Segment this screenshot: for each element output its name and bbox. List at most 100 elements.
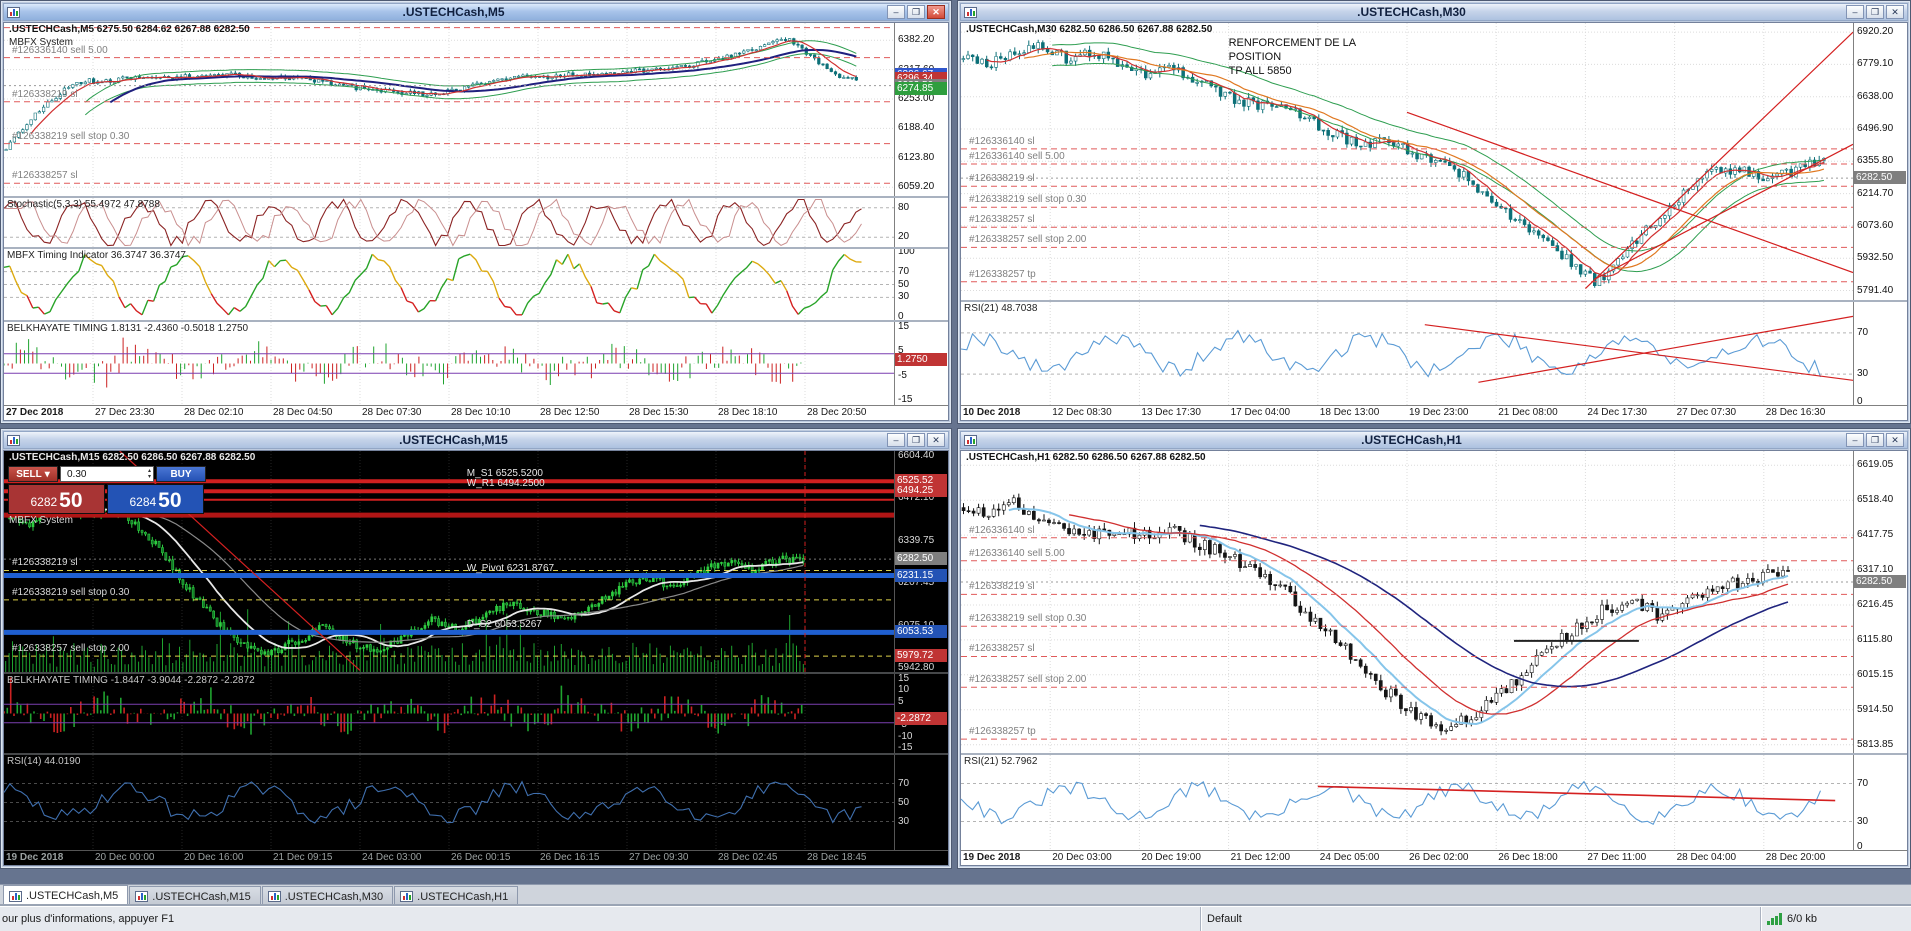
window-title: .USTECHCash,M5 — [402, 5, 505, 19]
volume-down-button[interactable]: ▾ — [148, 474, 151, 480]
price-tick: 30 — [898, 291, 910, 303]
restore-button[interactable]: ❐ — [907, 433, 925, 447]
price-tick: 30 — [1857, 815, 1869, 827]
belkhayate-timing-pane[interactable]: 15105-5-10-15-2.2872BELKHAYATE TIMING -1… — [4, 674, 948, 753]
sell-button[interactable]: SELL ▾ — [8, 466, 58, 482]
main-pane[interactable]: 6920.20 6779.10 6638.00 6496.90 6355.80 6214.… — [961, 23, 1907, 300]
buy-button[interactable]: BUY — [156, 466, 206, 482]
price-tick: 6619.05 — [1857, 459, 1894, 471]
price-tick: 5942.80 — [898, 661, 935, 672]
volume-input[interactable]: 0.30 ▴ ▾ — [60, 466, 154, 482]
window-titlebar[interactable]: .USTECHCash,H1 – ❐ ✕ — [960, 431, 1908, 449]
chart-info-line: .USTECHCash,M15 6282.50 6286.50 6267.88 … — [9, 452, 256, 463]
order-line-label: D_S2 6053.5267 — [466, 619, 542, 631]
price-tick: -15 — [898, 394, 913, 405]
window-titlebar[interactable]: .USTECHCash,M15 – ❐ ✕ — [3, 431, 949, 449]
time-axis-label: 28 Dec 07:30 — [362, 407, 422, 418]
tab-ustechcash-m30[interactable]: .USTECHCash,M30 — [261, 886, 394, 906]
window-titlebar[interactable]: .USTECHCash,M30 – ❐ ✕ — [960, 3, 1908, 21]
time-axis-label: 27 Dec 23:30 — [95, 407, 155, 418]
status-profile[interactable]: Default — [1201, 907, 1761, 931]
price-scale[interactable]: 80 20 — [894, 198, 948, 247]
order-line-label: #126338257 sl — [12, 170, 78, 182]
minimize-button[interactable]: – — [887, 5, 905, 19]
close-button[interactable]: ✕ — [927, 433, 945, 447]
chart-area[interactable]: 6382.206317.606253.006188.406123.806059.… — [3, 22, 949, 421]
price-scale[interactable]: 70 30 0 — [1853, 755, 1907, 850]
chart-tab-icon — [267, 891, 281, 902]
minimize-button[interactable]: – — [887, 433, 905, 447]
time-axis-label: 13 Dec 17:30 — [1141, 407, 1201, 418]
chart-area[interactable]: 6619.05 6518.40 6417.75 6317.10 6216.45 6115.… — [960, 450, 1908, 866]
time-axis-label: 26 Dec 18:00 — [1498, 852, 1558, 863]
price-tick: 5813.85 — [1857, 738, 1894, 750]
main-pane[interactable]: 6382.206317.606253.006188.406123.806059.… — [4, 23, 948, 196]
window-titlebar[interactable]: .USTECHCash,M5 – ❐ ✕ — [3, 3, 949, 21]
chart-window-h1: .USTECHCash,H1 – ❐ ✕ 6619.05 6518.40 6417.… — [957, 428, 1911, 869]
time-axis[interactable]: 10 Dec 2018 12 Dec 08:30 13 Dec 17:30 17 De… — [961, 405, 1907, 420]
rsi-pane[interactable]: 70 30 0 RSI(21) 48.7038 — [961, 302, 1907, 405]
ask-price-button[interactable]: 6284 50 — [107, 484, 204, 514]
price-scale[interactable]: 6619.05 6518.40 6417.75 6317.10 6216.45 6115.… — [1853, 451, 1907, 753]
price-tick: 10 — [898, 684, 910, 696]
rsi-pane[interactable]: 70 50 30 RSI(14) 44.0190 — [4, 755, 948, 850]
close-button[interactable]: ✕ — [1886, 5, 1904, 19]
time-axis[interactable]: 27 Dec 2018 27 Dec 23:30 28 Dec 02:10 28 De… — [4, 405, 948, 420]
price-scale[interactable]: 6604.406472.106339.756207.456075.105942.… — [894, 451, 948, 672]
order-line-label: W_Pivot 6231.8767 — [466, 562, 555, 574]
time-axis-label: 19 Dec 23:00 — [1409, 407, 1469, 418]
time-axis[interactable]: 19 Dec 2018 20 Dec 03:00 20 Dec 19:00 21 De… — [961, 850, 1907, 865]
price-scale[interactable]: 100 70 50 30 0 — [894, 249, 948, 320]
price-scale[interactable]: 6382.206317.606253.006188.406123.806059.… — [894, 23, 948, 196]
price-box: 6494.25 — [895, 484, 947, 498]
time-axis[interactable]: 19 Dec 2018 20 Dec 00:00 20 Dec 16:00 21 De… — [4, 850, 948, 865]
tab-ustechcash-m5[interactable]: .USTECHCash,M5 — [3, 885, 129, 906]
time-axis-label: 20 Dec 00:00 — [95, 852, 155, 863]
price-tick: 6779.10 — [1857, 58, 1894, 70]
main-pane[interactable]: 6619.05 6518.40 6417.75 6317.10 6216.45 6115.… — [961, 451, 1907, 753]
chart-window-icon — [964, 434, 977, 446]
belkhayate-timing-pane[interactable]: 15 5 -5 -15 1.2750 BELKHAYATE TIMING 1.8131 -… — [4, 322, 948, 405]
price-box: 6282.50 — [895, 552, 947, 566]
price-tick: 100 — [898, 249, 915, 258]
time-axis-label: 20 Dec 19:00 — [1141, 852, 1201, 863]
chart-area[interactable]: 6920.20 6779.10 6638.00 6496.90 6355.80 6214.… — [960, 22, 1908, 421]
time-axis-label: 27 Dec 09:30 — [629, 852, 689, 863]
indicator-label: RSI(21) 52.7962 — [964, 756, 1038, 767]
price-tick: 6123.80 — [898, 151, 935, 163]
restore-button[interactable]: ❐ — [1866, 433, 1884, 447]
indicator-label: BELKHAYATE TIMING -1.8447 -3.9044 -2.287… — [7, 675, 255, 686]
time-axis-label: 26 Dec 00:15 — [451, 852, 511, 863]
order-line-label: #126336140 sl — [969, 524, 1035, 536]
chart-area[interactable]: SELL ▾ 0.30 ▴ ▾ BUY 6282 50 6284 50 6604.40 64… — [3, 450, 949, 866]
mbfx-timing-pane[interactable]: 100 70 50 30 0 MBFX Timing Indicator 36.3747 … — [4, 249, 948, 320]
tab-ustechcash-m15[interactable]: .USTECHCash,M15 — [129, 886, 261, 906]
bid-price-button[interactable]: 6282 50 — [8, 484, 105, 514]
restore-button[interactable]: ❐ — [1866, 5, 1884, 19]
stochastic-pane[interactable]: 80 20 Stochastic(5,3,3) 55.4972 47.8788 — [4, 198, 948, 247]
chart-tab-icon — [135, 891, 149, 902]
chart-canvas — [961, 302, 1853, 405]
price-scale[interactable]: 15 5 -5 -15 1.2750 — [894, 322, 948, 405]
window-tab-bar: .USTECHCash,M5 .USTECHCash,M15 .USTECHCa… — [0, 884, 1911, 906]
price-scale[interactable]: 6920.20 6779.10 6638.00 6496.90 6355.80 6214.… — [1853, 23, 1907, 300]
price-tick: 6518.40 — [1857, 494, 1894, 506]
price-tick: 6015.15 — [1857, 668, 1894, 680]
close-button[interactable]: ✕ — [1886, 433, 1904, 447]
minimize-button[interactable]: – — [1846, 433, 1864, 447]
rsi-pane[interactable]: 70 30 0 RSI(21) 52.7962 — [961, 755, 1907, 850]
price-tick: -15 — [898, 742, 913, 753]
time-axis-label: 28 Dec 02:10 — [184, 407, 244, 418]
price-scale[interactable]: 70 30 0 — [1853, 302, 1907, 405]
price-scale[interactable]: 70 50 30 — [894, 755, 948, 850]
time-axis-label: 26 Dec 02:00 — [1409, 852, 1469, 863]
chart-window-icon — [7, 434, 20, 446]
price-scale[interactable]: 15105-5-10-15-2.2872 — [894, 674, 948, 753]
order-line-label: #126338219 sl — [969, 581, 1035, 593]
restore-button[interactable]: ❐ — [907, 5, 925, 19]
chart-info-line: .USTECHCash,M5 6275.50 6284.62 6267.88 6… — [9, 24, 250, 35]
price-tick: 5914.50 — [1857, 703, 1894, 715]
tab-ustechcash-h1[interactable]: .USTECHCash,H1 — [394, 886, 519, 906]
close-button[interactable]: ✕ — [927, 5, 945, 19]
minimize-button[interactable]: – — [1846, 5, 1864, 19]
